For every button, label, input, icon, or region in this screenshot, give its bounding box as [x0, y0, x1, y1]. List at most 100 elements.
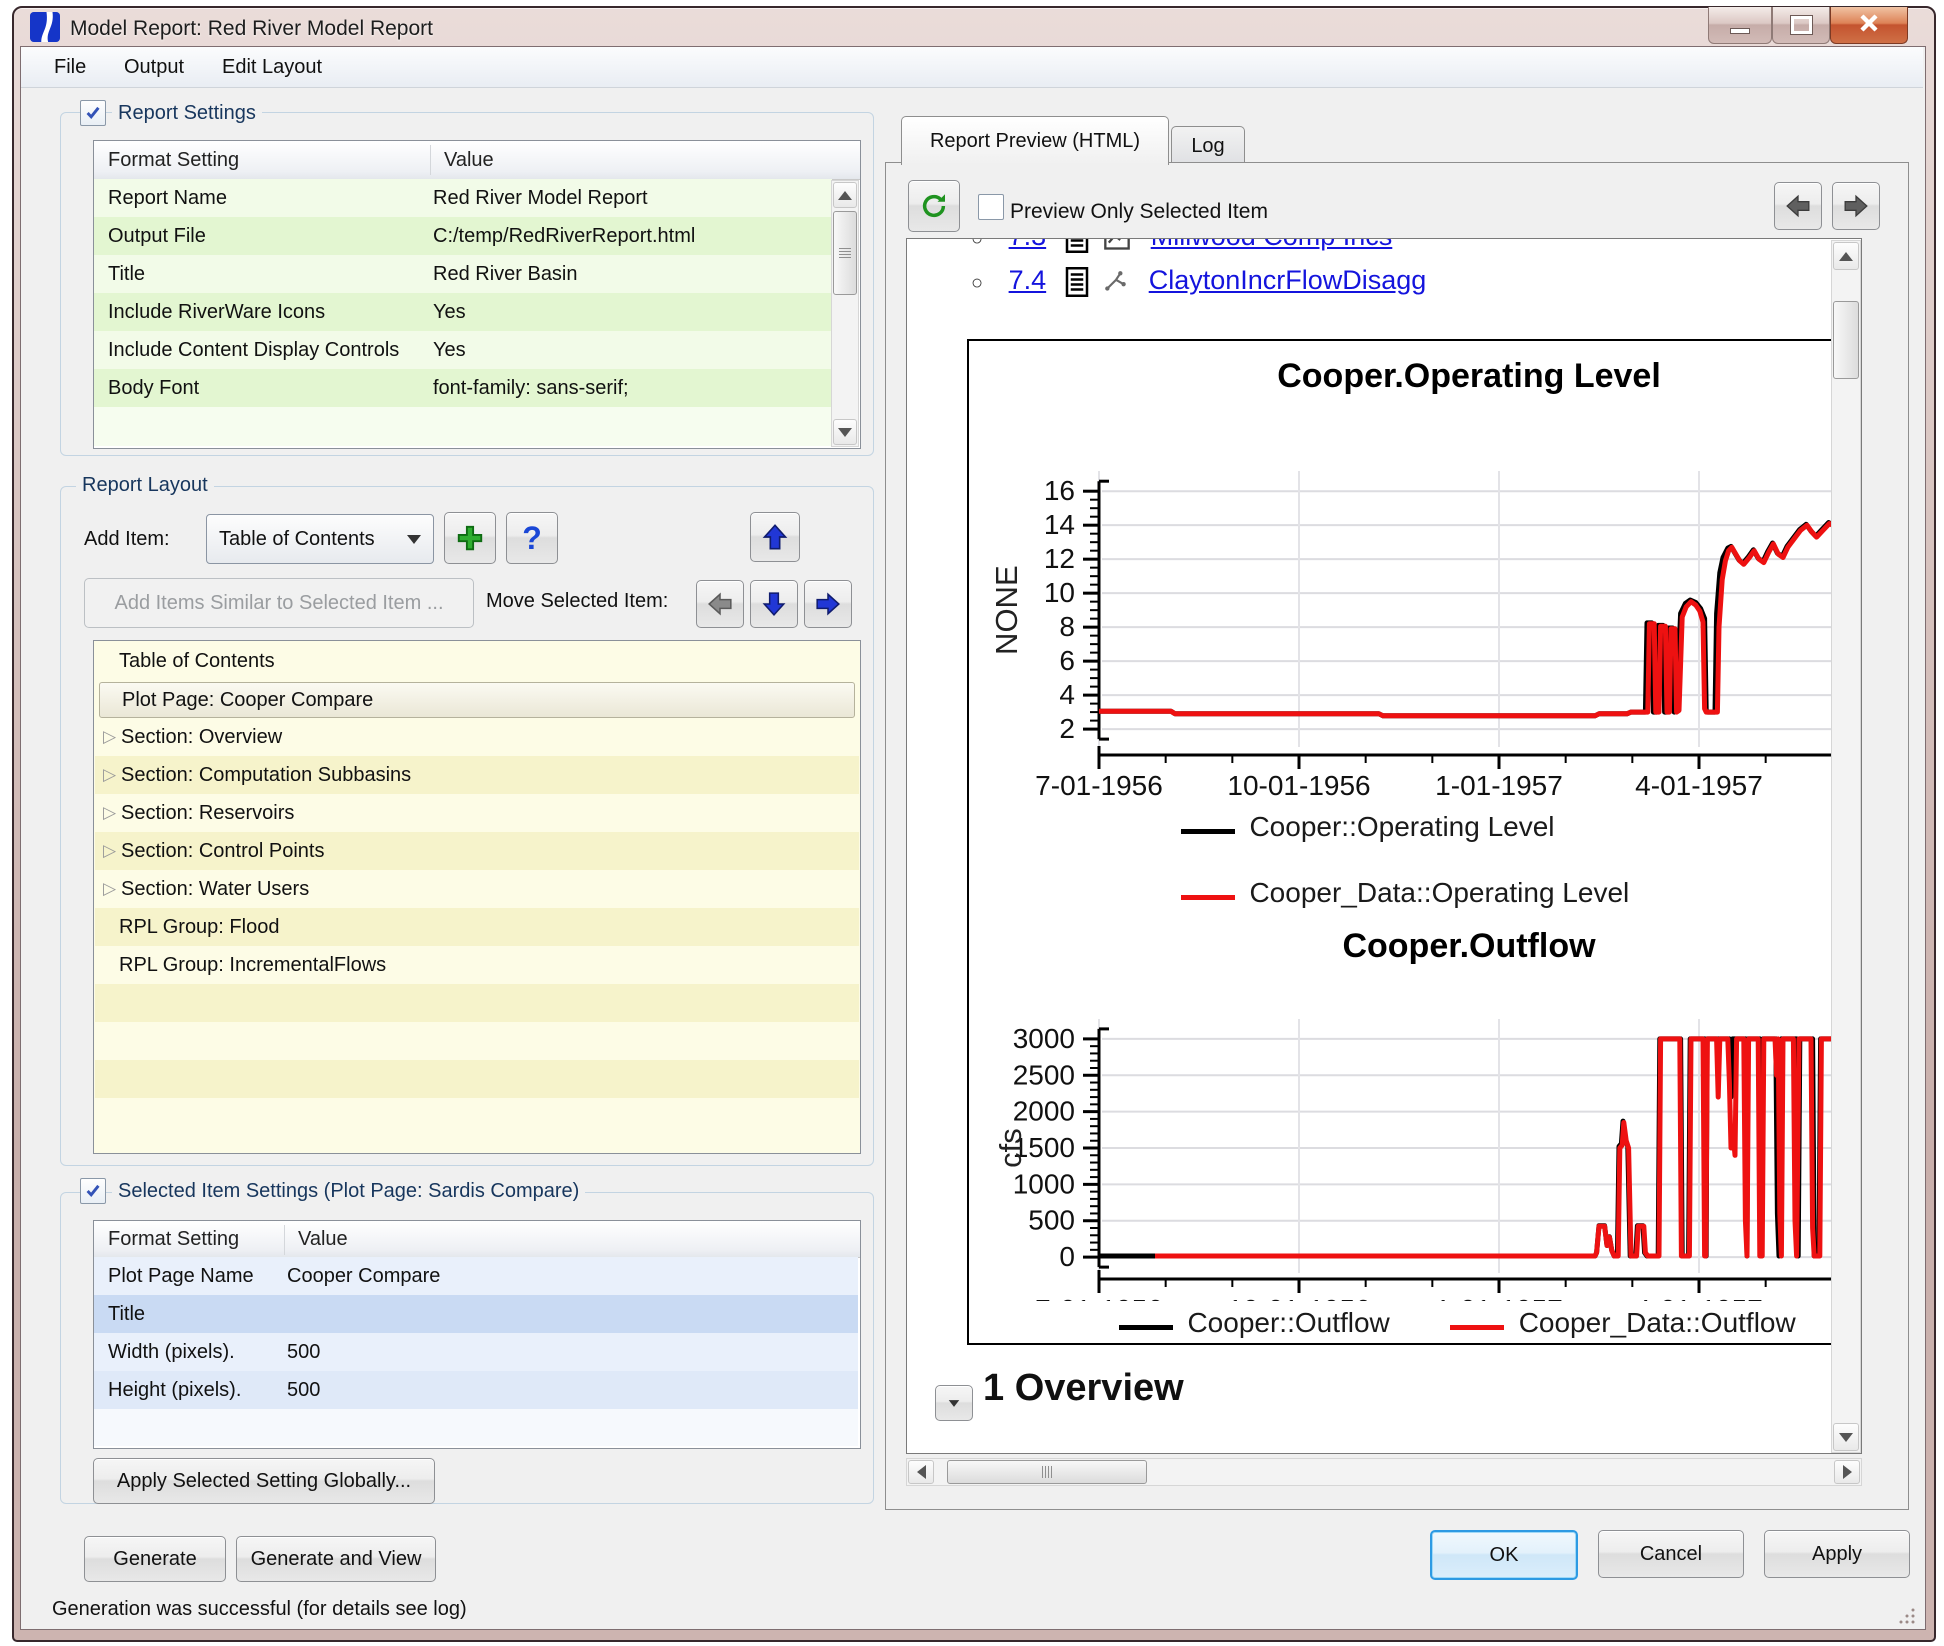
help-button[interactable]: ?: [506, 512, 558, 564]
toc-link-label[interactable]: ClaytonIncrFlowDisagg: [1149, 265, 1427, 295]
legend-line-red: [1181, 895, 1235, 900]
cancel-button[interactable]: Cancel: [1598, 1530, 1744, 1578]
svg-text:4: 4: [1059, 679, 1075, 710]
table-row-selected[interactable]: Title: [94, 1295, 858, 1333]
list-item[interactable]: Table of Contents: [95, 642, 859, 680]
ok-button[interactable]: OK: [1430, 1530, 1578, 1580]
report-settings-table: Format Setting Value Report NameRed Rive…: [93, 140, 861, 449]
svg-text:1000: 1000: [1013, 1168, 1075, 1199]
expander-icon[interactable]: ▷: [103, 832, 116, 870]
toc-link-row: ○ 7.4 ClaytonIncrFlowDisagg: [971, 265, 1426, 297]
nav-back-button[interactable]: [1774, 182, 1822, 230]
table-row[interactable]: Include Content Display ControlsYes: [94, 331, 832, 369]
maximize-button[interactable]: [1772, 7, 1830, 44]
collapse-icon: [949, 1400, 960, 1407]
table-row[interactable]: Body Fontfont-family: sans-serif;: [94, 369, 832, 407]
report-item-icon: [1054, 238, 1090, 251]
menu-edit-layout[interactable]: Edit Layout: [208, 47, 336, 87]
preview-hscrollbar[interactable]: [906, 1458, 1862, 1486]
table-scrollbar[interactable]: [831, 180, 859, 447]
close-button[interactable]: [1830, 7, 1908, 44]
selected-item-settings-checkbox[interactable]: [80, 1178, 106, 1204]
generate-and-view-button[interactable]: Generate and View: [236, 1536, 436, 1582]
expander-icon[interactable]: ▷: [103, 718, 116, 756]
move-down-button[interactable]: [750, 580, 798, 628]
move-left-button[interactable]: [696, 580, 744, 628]
preview-only-checkbox[interactable]: [978, 194, 1004, 220]
arrow-left-icon: [1785, 193, 1811, 219]
check-icon: [84, 104, 102, 122]
minimize-button[interactable]: [1708, 7, 1772, 44]
question-icon: ?: [522, 520, 542, 557]
add-item-combobox[interactable]: Table of Contents: [206, 514, 434, 564]
selected-item-settings-label: Selected Item Settings (Plot Page: Sardi…: [112, 1180, 585, 1203]
report-item-icon: [1054, 265, 1090, 295]
expander-icon[interactable]: ▷: [103, 794, 116, 832]
minimize-icon: [1730, 28, 1750, 34]
refresh-button[interactable]: [908, 180, 960, 232]
table-row[interactable]: Plot Page NameCooper Compare: [94, 1257, 858, 1295]
list-item-selected[interactable]: Plot Page: Cooper Compare: [95, 680, 859, 718]
scroll-down-button[interactable]: [1833, 1423, 1859, 1451]
scrollbar-thumb[interactable]: [833, 211, 857, 295]
table-row[interactable]: Width (pixels).500: [94, 1333, 858, 1371]
table-row[interactable]: Output FileC:/temp/RedRiverReport.html: [94, 217, 832, 255]
apply-button[interactable]: Apply: [1764, 1530, 1910, 1578]
toc-link-number[interactable]: 7.3: [1009, 238, 1047, 251]
menu-file[interactable]: File: [40, 47, 100, 87]
generate-button[interactable]: Generate: [84, 1536, 226, 1582]
svg-text:7-01-1956: 7-01-1956: [1035, 1294, 1163, 1301]
expander-icon[interactable]: ▷: [103, 870, 116, 908]
list-item[interactable]: RPL Group: Flood: [95, 908, 859, 946]
scroll-left-button[interactable]: [908, 1460, 934, 1484]
scroll-up-button[interactable]: [1833, 242, 1859, 270]
table-row[interactable]: TitleRed River Basin: [94, 255, 832, 293]
check-icon: [84, 1182, 102, 1200]
table-row[interactable]: Report NameRed River Model Report: [94, 179, 832, 217]
list-item[interactable]: ▷Section: Reservoirs: [95, 794, 859, 832]
apply-globally-button[interactable]: Apply Selected Setting Globally...: [93, 1458, 435, 1504]
svg-text:2: 2: [1059, 713, 1075, 744]
tab-report-preview[interactable]: Report Preview (HTML): [901, 116, 1169, 165]
svg-text:cfs: cfs: [993, 1128, 1028, 1168]
add-item-button[interactable]: [444, 512, 496, 564]
scroll-right-button[interactable]: [1834, 1460, 1860, 1484]
table-row[interactable]: Height (pixels).500: [94, 1371, 858, 1409]
move-up-button[interactable]: [750, 512, 800, 562]
scrollbar-thumb[interactable]: [1833, 301, 1859, 379]
chart2-legend: Cooper::Outflow Cooper_Data::Outflow: [1119, 1307, 1796, 1339]
scroll-up-button[interactable]: [833, 182, 857, 208]
table-header: Format Setting Value: [94, 1221, 860, 1258]
list-item[interactable]: ▷Section: Overview: [95, 718, 859, 756]
move-right-button[interactable]: [804, 580, 852, 628]
arrow-right-icon: [815, 591, 841, 617]
col-format-setting: Format Setting: [108, 1221, 239, 1257]
table-row[interactable]: Include RiverWare IconsYes: [94, 293, 832, 331]
resize-grip[interactable]: [1898, 1606, 1916, 1624]
scroll-down-button[interactable]: [833, 419, 857, 445]
chart2-title: Cooper.Outflow: [969, 927, 1862, 966]
tab-log[interactable]: Log: [1171, 126, 1245, 165]
flow-disagg-icon: [1097, 265, 1129, 295]
report-settings-label: Report Settings: [112, 102, 262, 125]
plot-item-icon: [1097, 238, 1131, 251]
toc-link-label[interactable]: Millwood Comp Incs: [1151, 238, 1393, 251]
window-title: Model Report: Red River Model Report: [70, 17, 433, 41]
selected-item-settings-table: Format Setting Value Plot Page NameCoope…: [93, 1220, 861, 1449]
scrollbar-thumb[interactable]: [947, 1460, 1147, 1484]
list-item[interactable]: ▷Section: Computation Subbasins: [95, 756, 859, 794]
list-item[interactable]: ▷Section: Control Points: [95, 832, 859, 870]
list-item[interactable]: ▷Section: Water Users: [95, 870, 859, 908]
nav-forward-button[interactable]: [1832, 182, 1880, 230]
riverware-app-icon: [30, 12, 60, 42]
report-settings-checkbox[interactable]: [80, 100, 106, 126]
expander-icon[interactable]: ▷: [103, 756, 116, 794]
list-item[interactable]: RPL Group: IncrementalFlows: [95, 946, 859, 984]
add-similar-button[interactable]: Add Items Similar to Selected Item ...: [84, 578, 474, 628]
section-collapse-button[interactable]: [935, 1385, 973, 1421]
svg-text:10: 10: [1044, 577, 1075, 608]
preview-vscrollbar[interactable]: [1831, 240, 1861, 1453]
menu-output[interactable]: Output: [110, 47, 198, 87]
arrow-down-icon: [838, 428, 852, 437]
toc-link-number[interactable]: 7.4: [1009, 265, 1047, 295]
